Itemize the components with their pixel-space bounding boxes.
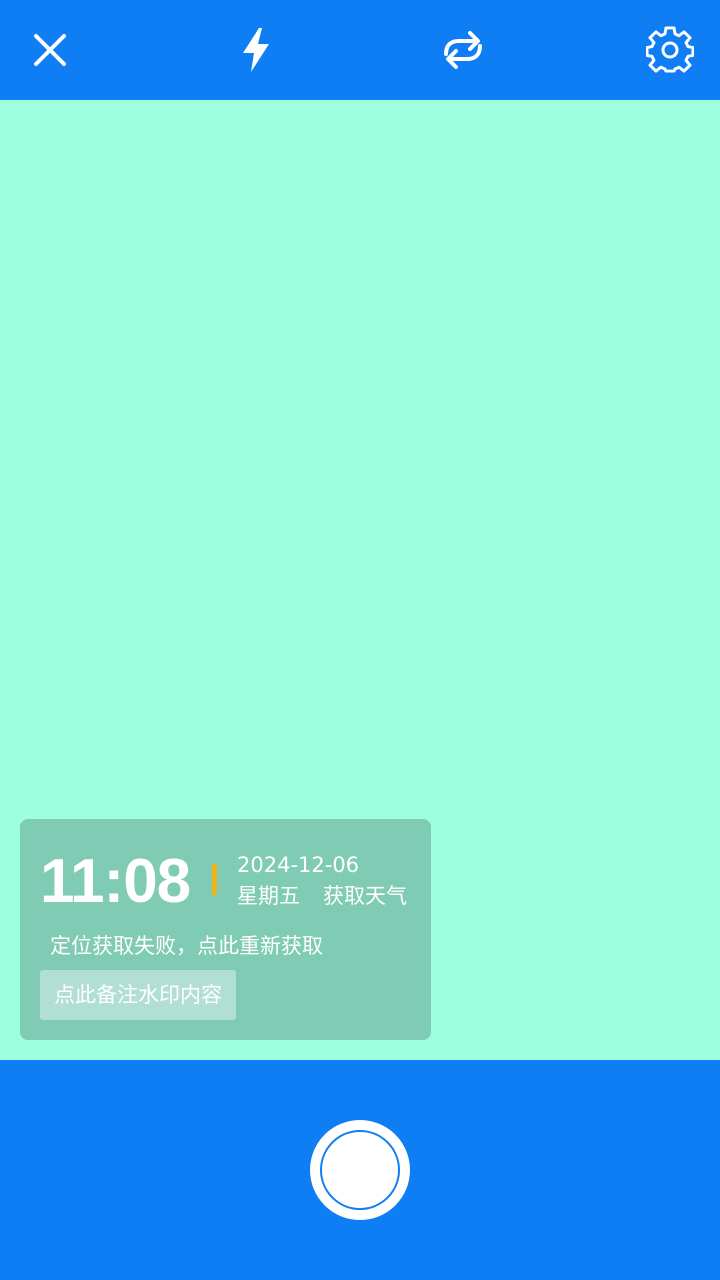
bottom-toolbar <box>0 1060 720 1280</box>
watermark-card[interactable]: 11:08 2024-12-06 星期五 获取天气 定位获取失败，点此重新获取 … <box>20 819 431 1040</box>
location-retry-link[interactable]: 定位获取失败，点此重新获取 <box>50 932 323 960</box>
close-icon <box>34 34 66 66</box>
shutter-inner-ring <box>320 1130 400 1210</box>
settings-button[interactable] <box>640 20 700 80</box>
watermark-date: 2024-12-06 <box>237 853 360 877</box>
watermark-weekday: 星期五 <box>237 884 300 908</box>
close-button[interactable] <box>20 20 80 80</box>
get-weather-button[interactable]: 获取天气 <box>323 882 407 910</box>
settings-icon <box>646 26 694 73</box>
switch-camera-icon <box>444 31 482 69</box>
shutter-button[interactable] <box>310 1120 410 1220</box>
camera-screen: 11:08 2024-12-06 星期五 获取天气 定位获取失败，点此重新获取 … <box>0 0 720 1280</box>
watermark-note-button[interactable]: 点此备注水印内容 <box>40 970 236 1020</box>
switch-camera-button[interactable] <box>433 20 493 80</box>
watermark-divider <box>212 864 217 895</box>
watermark-time: 11:08 <box>40 847 191 916</box>
top-toolbar <box>0 0 720 100</box>
flash-icon <box>243 28 269 72</box>
flash-button[interactable] <box>226 20 286 80</box>
